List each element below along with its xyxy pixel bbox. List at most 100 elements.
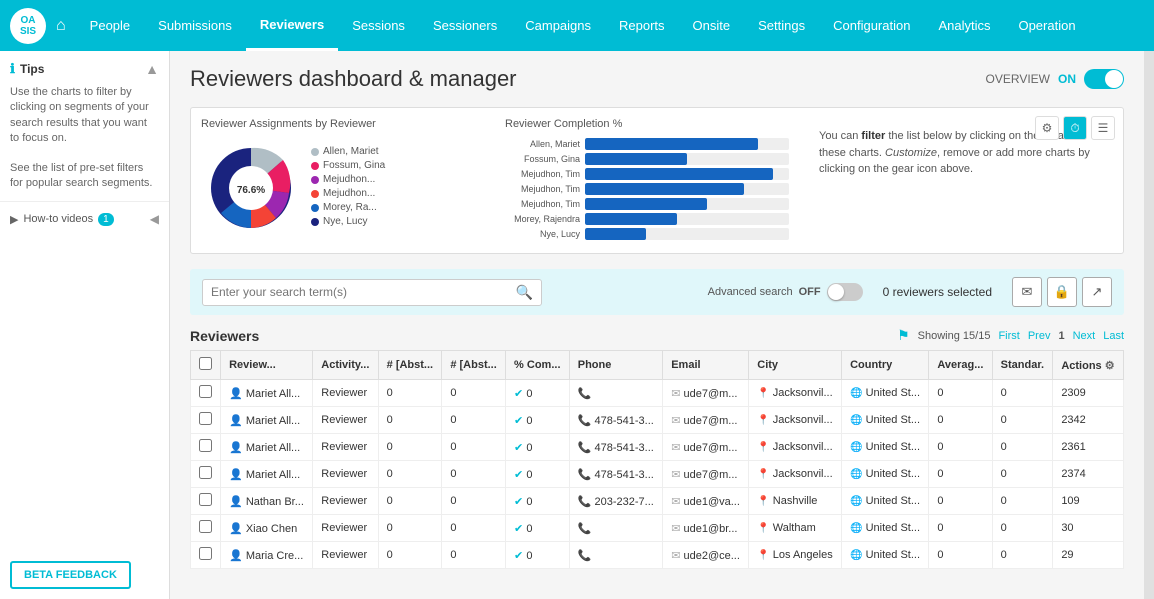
nav-item-campaigns[interactable]: Campaigns	[511, 0, 605, 51]
row-abs2-3: 0	[442, 461, 506, 488]
nav-item-submissions[interactable]: Submissions	[144, 0, 246, 51]
scrollbar[interactable]	[1144, 51, 1154, 599]
row-select-1[interactable]	[199, 412, 212, 425]
row-select-6[interactable]	[199, 547, 212, 560]
row-country-0: 🌐 United St...	[842, 380, 929, 407]
table-header-row: Review... Activity... # [Abst... # [Abst…	[191, 351, 1124, 380]
nav-item-sessioners[interactable]: Sessioners	[419, 0, 511, 51]
row-abs1-1: 0	[378, 407, 442, 434]
row-abs1-0: 0	[378, 380, 442, 407]
beta-feedback-button[interactable]: BETA FEEDBACK	[10, 561, 131, 589]
col-abst1[interactable]: # [Abst...	[378, 351, 442, 380]
nav-item-operation[interactable]: Operation	[1004, 0, 1089, 51]
nav-item-onsite[interactable]: Onsite	[679, 0, 745, 51]
table-title: Reviewers	[190, 328, 259, 344]
row-std-3: 0	[992, 461, 1053, 488]
sidebar: ℹ Tips ▲ Use the charts to filter by cli…	[0, 51, 170, 599]
col-email[interactable]: Email	[663, 351, 749, 380]
overview-toggle-area: OVERVIEW ON	[986, 69, 1124, 89]
charts-row: Reviewer Assignments by Reviewer 76.6%	[201, 118, 1113, 243]
email-action-button[interactable]: ✉	[1012, 277, 1042, 307]
row-avg-4: 0	[929, 488, 992, 515]
row-select-2[interactable]	[199, 439, 212, 452]
toggle-thumb	[1105, 70, 1123, 88]
list-view-button[interactable]: ☰	[1091, 116, 1115, 140]
tips-collapse-button[interactable]: ▲	[145, 61, 159, 77]
row-activity-5: Reviewer	[313, 515, 378, 542]
row-email-2: ✉ ude7@m...	[663, 434, 749, 461]
gear-button[interactable]: ⚙	[1035, 116, 1059, 140]
pie-chart-section: Reviewer Assignments by Reviewer 76.6%	[201, 118, 485, 238]
col-activity[interactable]: Activity...	[313, 351, 378, 380]
last-page-button[interactable]: Last	[1103, 330, 1124, 342]
chart-legend: Allen, Mariet Fossum, Gina Mejudhon...	[311, 146, 385, 230]
nav-items: People Submissions Reviewers Sessions Se…	[76, 0, 1144, 51]
row-abs1-6: 0	[378, 542, 442, 569]
legend-item-5: Nye, Lucy	[311, 216, 385, 227]
bar-chart-title: Reviewer Completion %	[505, 118, 789, 130]
first-page-button[interactable]: First	[998, 330, 1019, 342]
overview-toggle-switch[interactable]	[1084, 69, 1124, 89]
nav-item-people[interactable]: People	[76, 0, 144, 51]
search-input[interactable]	[211, 285, 516, 299]
nav-item-sessions[interactable]: Sessions	[338, 0, 419, 51]
home-icon[interactable]: ⌂	[56, 17, 66, 35]
nav-item-reviewers[interactable]: Reviewers	[246, 0, 338, 51]
select-all-checkbox[interactable]	[199, 357, 212, 370]
col-country[interactable]: Country	[842, 351, 929, 380]
advanced-search-toggle[interactable]	[827, 283, 863, 301]
videos-collapse-icon[interactable]: ◀	[150, 212, 159, 226]
col-reviewer[interactable]: Review...	[221, 351, 313, 380]
sidebar-videos-section[interactable]: ▶ How-to videos 1 ◀	[0, 202, 169, 236]
row-avg-3: 0	[929, 461, 992, 488]
advanced-search-label: Advanced search	[708, 286, 793, 298]
tips-header: ℹ Tips ▲	[10, 61, 159, 77]
row-activity-2: Reviewer	[313, 434, 378, 461]
advanced-search-area: Advanced search OFF	[708, 283, 863, 301]
row-id-0: 2309	[1053, 380, 1124, 407]
col-comp[interactable]: % Com...	[506, 351, 570, 380]
row-checkbox-3	[191, 461, 221, 488]
row-select-5[interactable]	[199, 520, 212, 533]
row-activity-1: Reviewer	[313, 407, 378, 434]
row-phone-2: 📞 478-541-3...	[569, 434, 662, 461]
col-abst2[interactable]: # [Abst...	[442, 351, 506, 380]
search-icon[interactable]: 🔍	[516, 284, 533, 301]
row-name-4: 👤Nathan Br...	[221, 488, 313, 515]
row-id-6: 29	[1053, 542, 1124, 569]
actions-gear-icon[interactable]: ⚙	[1105, 360, 1115, 372]
nav-item-settings[interactable]: Settings	[744, 0, 819, 51]
row-email-5: ✉ ude1@br...	[663, 515, 749, 542]
col-phone[interactable]: Phone	[569, 351, 662, 380]
row-select-0[interactable]	[199, 385, 212, 398]
table-row: 👤Xiao Chen Reviewer 0 0 ✔ 0 📞 ✉ ude1@br.…	[191, 515, 1124, 542]
row-std-0: 0	[992, 380, 1053, 407]
nav-item-analytics[interactable]: Analytics	[924, 0, 1004, 51]
lock-action-button[interactable]: 🔒	[1047, 277, 1077, 307]
col-avg[interactable]: Averag...	[929, 351, 992, 380]
row-checkbox-2	[191, 434, 221, 461]
legend-dot-4	[311, 204, 319, 212]
nav-item-configuration[interactable]: Configuration	[819, 0, 924, 51]
export-action-button[interactable]: ↗	[1082, 277, 1112, 307]
row-name-6: 👤Maria Cre...	[221, 542, 313, 569]
row-name-2: 👤Mariet All...	[221, 434, 313, 461]
next-page-button[interactable]: Next	[1073, 330, 1096, 342]
chart-view-button[interactable]: ⏱	[1063, 116, 1087, 140]
row-activity-4: Reviewer	[313, 488, 378, 515]
col-city[interactable]: City	[749, 351, 842, 380]
row-abs2-6: 0	[442, 542, 506, 569]
legend-item-3: Mejudhon...	[311, 188, 385, 199]
pie-chart-title: Reviewer Assignments by Reviewer	[201, 118, 485, 130]
row-country-4: 🌐 United St...	[842, 488, 929, 515]
row-select-4[interactable]	[199, 493, 212, 506]
prev-page-button[interactable]: Prev	[1028, 330, 1051, 342]
overview-on-label: ON	[1058, 72, 1076, 86]
row-avg-0: 0	[929, 380, 992, 407]
row-select-3[interactable]	[199, 466, 212, 479]
current-page: 1	[1058, 330, 1064, 342]
nav-item-reports[interactable]: Reports	[605, 0, 679, 51]
col-std[interactable]: Standar.	[992, 351, 1053, 380]
pagination: ⚑ Showing 15/15 First Prev 1 Next Last	[897, 327, 1124, 344]
bar-chart-section: Reviewer Completion % Allen, Mariet Foss…	[505, 118, 789, 243]
